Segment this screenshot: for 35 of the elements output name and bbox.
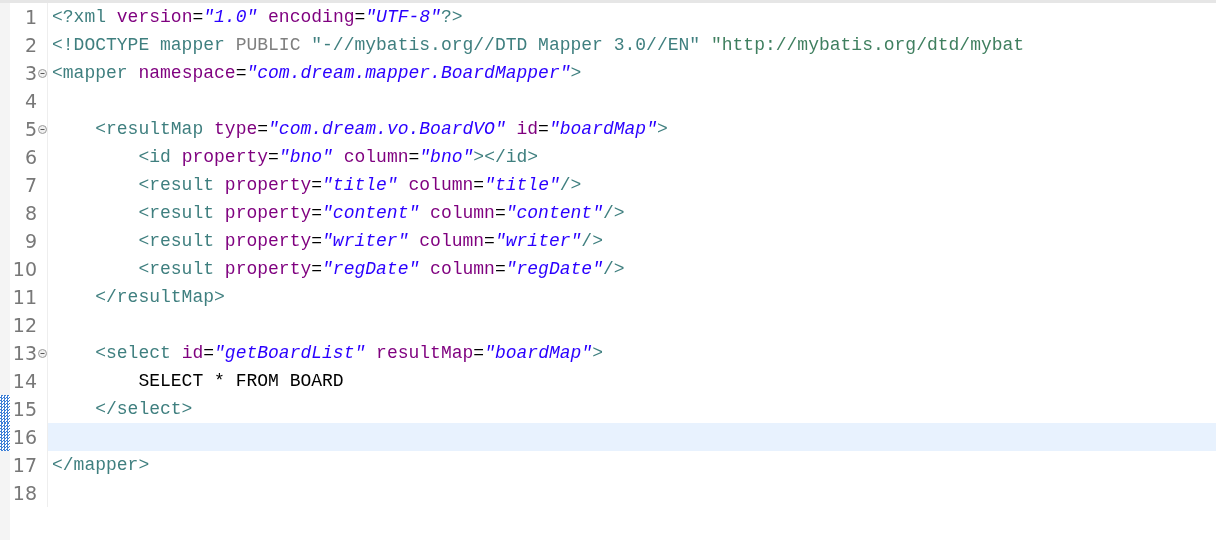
code-line: <result property="regDate" column="regDate"/> bbox=[137, 258, 625, 281]
line-number: 18 bbox=[11, 481, 37, 506]
code-line: SELECT * FROM BOARD bbox=[137, 370, 344, 393]
line-number: 11 bbox=[11, 285, 37, 310]
line-number: 6 bbox=[23, 145, 37, 170]
line-number: 7 bbox=[23, 173, 37, 198]
line-number: 4 bbox=[23, 89, 37, 114]
code-line: </select> bbox=[94, 398, 193, 421]
code-line: <id property="bno" column="bno"></id> bbox=[137, 146, 539, 169]
line-number: 12 bbox=[11, 313, 37, 338]
line-number: 13 bbox=[11, 341, 37, 366]
line-number: 17 bbox=[11, 453, 37, 478]
code-line: <result property="title" column="title"/> bbox=[137, 174, 582, 197]
line-number: 1 bbox=[23, 5, 37, 30]
code-line: <select id="getBoardList" resultMap="boardMap"> bbox=[94, 342, 603, 365]
line-number: 3 bbox=[23, 61, 37, 86]
line-number: 10 bbox=[11, 257, 37, 282]
code-line: <resultMap type="com.dream.vo.BoardVO" id="boardMap"> bbox=[94, 118, 668, 141]
code-line: <result property="writer" column="writer"/> bbox=[137, 230, 603, 253]
collapse-icon[interactable] bbox=[37, 124, 47, 134]
line-number: 15 bbox=[11, 397, 37, 422]
code-line: <mapper namespace="com.dream.mapper.BoardMapper"> bbox=[51, 62, 582, 85]
collapse-icon[interactable] bbox=[37, 348, 47, 358]
code-line: </mapper> bbox=[51, 454, 150, 477]
code-line: </resultMap> bbox=[94, 286, 225, 309]
line-number: 8 bbox=[23, 201, 37, 226]
code-line: <?xml version="1.0" encoding="UTF-8"?> bbox=[51, 6, 463, 29]
code-line: <!DOCTYPE mapper PUBLIC "-//mybatis.org//DTD Mapper 3.0//EN" "http://mybatis.org/dtd/mybat bbox=[51, 34, 1025, 57]
line-number: 5 bbox=[23, 117, 37, 142]
line-number: 14 bbox=[11, 369, 37, 394]
collapse-icon[interactable] bbox=[37, 68, 47, 78]
line-number: 16 bbox=[11, 425, 37, 450]
code-line: <result property="content" column="content"/> bbox=[137, 202, 625, 225]
line-number: 9 bbox=[23, 229, 37, 254]
line-number: 2 bbox=[23, 33, 37, 58]
